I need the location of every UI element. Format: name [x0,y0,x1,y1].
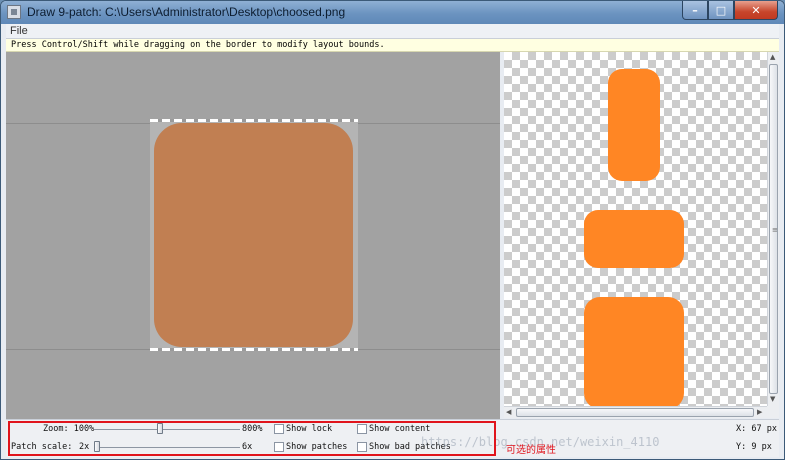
menu-bar: File [6,24,779,39]
preview-both-stretch [584,297,684,406]
scroll-left-icon[interactable]: ◀ [506,408,511,416]
title-bar[interactable]: Draw 9-patch: C:\Users\Administrator\Des… [1,1,784,24]
preview-horizontal-stretch [584,210,684,268]
scroll-right-icon[interactable]: ▶ [757,408,762,416]
horizontal-scroll-thumb[interactable] [516,408,754,417]
close-icon: ✕ [751,3,761,17]
scroll-corner [767,406,779,418]
y-coordinate-readout: Y: 9 px [736,442,772,452]
scroll-down-icon[interactable]: ▼ [770,395,775,403]
app-icon [7,5,21,19]
x-coordinate-readout: X: 67 px [736,424,777,434]
stretch-preview-pane [504,52,767,406]
patch-editor-canvas[interactable] [6,52,500,419]
window-title: Draw 9-patch: C:\Users\Administrator\Des… [27,5,346,19]
patch-image [154,123,353,347]
preview-vertical-stretch [608,69,660,181]
preview-horizontal-scrollbar[interactable]: ◀ ▶ [504,406,767,418]
vertical-scroll-thumb[interactable]: ≡ [769,64,778,394]
maximize-button[interactable]: □ [708,1,734,20]
draw9patch-window: Draw 9-patch: C:\Users\Administrator\Des… [0,0,785,460]
scroll-up-icon[interactable]: ▲ [770,53,775,61]
patch-image-frame[interactable] [150,119,358,351]
minimize-button[interactable]: – [682,1,708,20]
grip-icon: ≡ [772,226,778,234]
menu-file[interactable]: File [10,25,28,37]
preview-vertical-scrollbar[interactable]: ▲ ≡ ▼ [767,52,779,406]
annotation-label: 可选的属性 [506,445,556,456]
close-button[interactable]: ✕ [734,1,778,20]
hint-text: Press Control/Shift while dragging on th… [11,40,385,50]
annotation-highlight-box [8,421,496,456]
hint-bar: Press Control/Shift while dragging on th… [6,39,779,52]
maximize-icon: □ [715,3,727,17]
minimize-icon: – [692,3,698,17]
window-controls: – □ ✕ [682,1,778,20]
